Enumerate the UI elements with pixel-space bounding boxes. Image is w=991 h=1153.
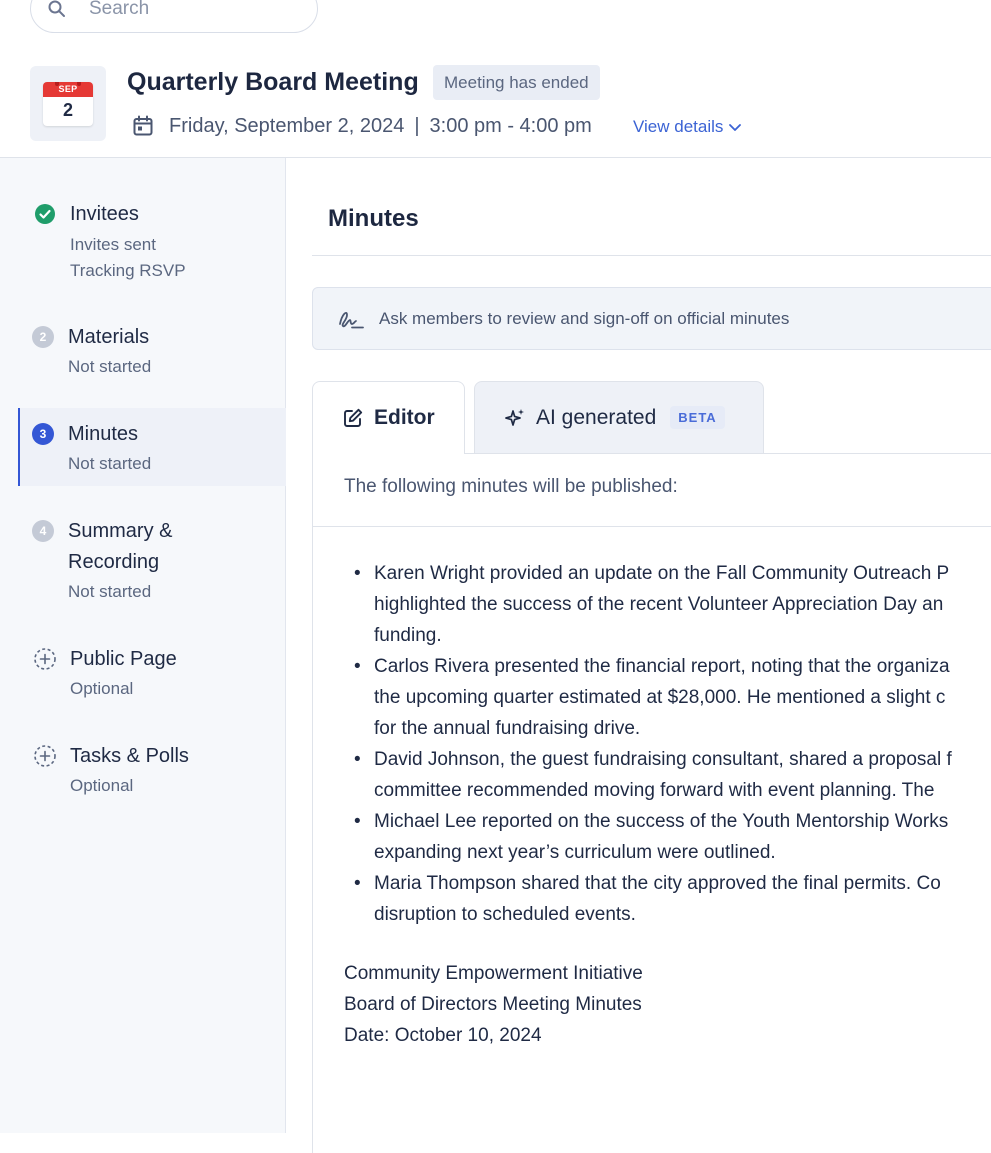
status-badge: Meeting has ended (433, 65, 600, 100)
edit-icon (344, 408, 363, 427)
sidebar-item-tasks-polls[interactable]: Tasks & Polls Optional (0, 740, 286, 810)
list-item: Michael Lee reported on the success of t… (344, 806, 991, 837)
list-item: Carlos Rivera presented the financial re… (344, 651, 991, 682)
minutes-editor-panel[interactable]: The following minutes will be published:… (312, 453, 991, 1153)
view-details-label: View details (633, 117, 724, 136)
tab-label: Editor (374, 406, 435, 429)
calendar-icon: SEP 2 (43, 81, 93, 126)
sidebar-item-label: Summary & (68, 520, 173, 542)
section-heading: Minutes (328, 205, 419, 232)
chevron-down-icon (729, 124, 742, 131)
dashed-plus-circle-icon (34, 745, 56, 767)
list-item-continuation: for the annual fundraising drive. (374, 718, 641, 739)
sidebar-item-status: Invites sent (70, 235, 156, 254)
sidebar-item-label: Recording (68, 551, 160, 573)
list-item: Maria Thompson shared that the city appr… (344, 868, 991, 899)
document-title: Board of Directors Meeting Minutes (344, 994, 642, 1015)
list-item-continuation: disruption to scheduled events. (374, 904, 636, 925)
view-details-link[interactable]: View details (633, 117, 742, 137)
sidebar-item-label: Invitees (70, 203, 139, 225)
list-item-continuation: expanding next year’s curriculum were ou… (374, 842, 776, 863)
tab-editor[interactable]: Editor (312, 381, 465, 454)
publish-note: The following minutes will be published: (344, 476, 678, 497)
document-date: Date: October 10, 2024 (344, 1025, 542, 1046)
sidebar-item-status: Not started (68, 357, 152, 376)
calendar-day: 2 (62, 99, 73, 120)
page-title: Quarterly Board Meeting (127, 68, 419, 96)
sign-off-text: Ask members to review and sign-off on of… (379, 308, 790, 328)
signature-icon (339, 311, 364, 328)
calendar-icon (133, 115, 153, 136)
list-item-continuation: the upcoming quarter estimated at $28,00… (374, 687, 946, 708)
date-separator: | (414, 114, 420, 137)
list-item-continuation: funding. (374, 625, 442, 646)
sidebar-item-label: Tasks & Polls (70, 745, 189, 767)
sidebar-item-status: Not started (68, 454, 152, 473)
check-circle-icon (35, 204, 55, 224)
section-divider (312, 255, 991, 256)
list-item: Karen Wright provided an update on the F… (344, 558, 991, 589)
sparkle-icon (505, 408, 524, 426)
sidebar-item-status: Not started (68, 582, 152, 601)
search-input[interactable] (89, 0, 289, 20)
minutes-footer: Community Empowerment Initiative Board o… (344, 958, 643, 1051)
organization-name: Community Empowerment Initiative (344, 963, 643, 984)
step-number-icon: 2 (32, 326, 54, 348)
main-content: Minutes Ask members to review and sign-o… (287, 158, 991, 1153)
sign-off-banner[interactable]: Ask members to review and sign-off on of… (312, 287, 991, 350)
search-box[interactable] (30, 0, 318, 33)
sidebar-item-summary-recording[interactable]: 4 Summary & Recording Not started (0, 513, 286, 613)
steps-sidebar: Invitees Invites sent Tracking RSVP 2 Ma… (0, 158, 286, 1133)
sidebar-item-status: Optional (70, 679, 134, 698)
sidebar-item-label: Materials (68, 326, 150, 348)
tab-ai-generated[interactable]: AI generated BETA (474, 381, 764, 453)
step-number-icon: 3 (32, 423, 54, 445)
sidebar-item-label: Public Page (70, 648, 177, 670)
dashed-plus-circle-icon (34, 648, 56, 670)
step-number-icon: 4 (32, 520, 54, 542)
list-item-continuation: committee recommended moving forward wit… (374, 780, 935, 801)
meeting-date: Friday, September 2, 2024 (169, 114, 405, 137)
tab-label: AI generated (536, 405, 657, 429)
list-item-continuation: highlighted the success of the recent Vo… (374, 594, 944, 615)
sidebar-item-label: Minutes (68, 423, 139, 445)
calendar-month: SEP (43, 81, 93, 97)
panel-divider (313, 526, 991, 527)
list-item: David Johnson, the guest fundraising con… (344, 744, 991, 775)
sidebar-item-status: Tracking RSVP (70, 261, 186, 280)
calendar-date-tile: SEP 2 (30, 66, 106, 141)
sidebar-item-materials[interactable]: 2 Materials Not started (0, 318, 286, 388)
sidebar-item-status: Optional (70, 776, 134, 795)
meeting-datetime: Friday, September 2, 2024 | 3:00 pm - 4:… (131, 114, 592, 138)
search-icon (48, 0, 65, 17)
sidebar-item-public-page[interactable]: Public Page Optional (0, 643, 286, 713)
sidebar-item-invitees[interactable]: Invitees Invites sent Tracking RSVP (0, 198, 286, 288)
meeting-time: 3:00 pm - 4:00 pm (429, 114, 592, 137)
beta-badge: BETA (670, 406, 725, 429)
minutes-bullet-list: Karen Wright provided an update on the F… (344, 558, 991, 930)
sidebar-item-minutes[interactable]: 3 Minutes Not started (18, 408, 286, 486)
